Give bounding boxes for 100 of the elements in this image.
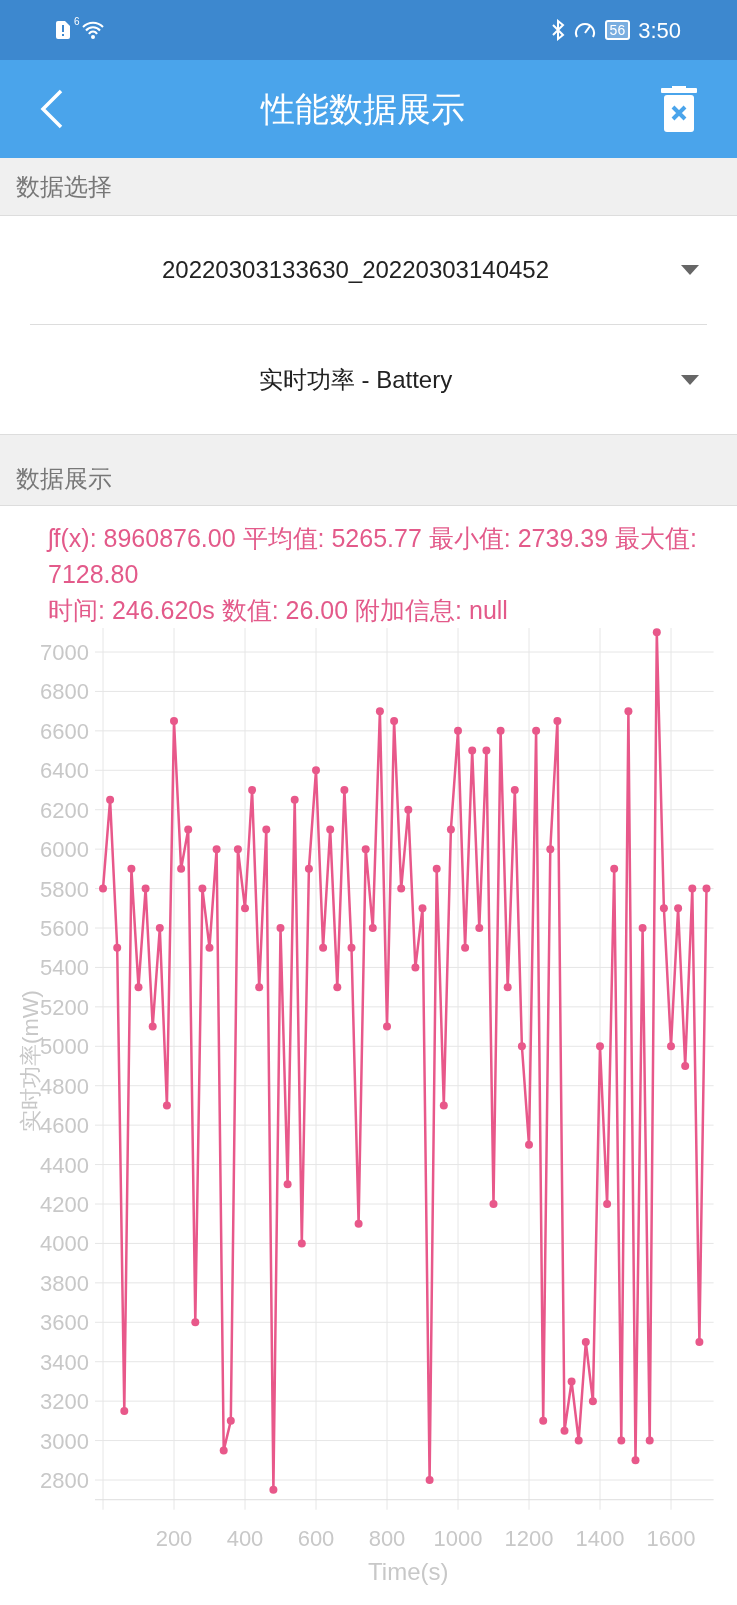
data-point — [631, 1456, 640, 1465]
data-point — [226, 1416, 235, 1425]
data-point — [113, 943, 122, 952]
data-point — [162, 1101, 171, 1110]
data-point — [177, 864, 186, 873]
data-point — [468, 746, 477, 755]
data-point — [681, 1062, 690, 1070]
data-point — [148, 1022, 157, 1031]
data-point — [624, 707, 633, 716]
data-point — [539, 1416, 548, 1425]
data-point — [276, 924, 285, 932]
data-point — [141, 884, 150, 893]
data-point — [588, 1397, 597, 1406]
data-point — [269, 1485, 278, 1494]
data-point — [312, 766, 320, 775]
data-point — [198, 884, 207, 893]
section-title: 数据选择 — [16, 171, 112, 202]
data-point — [674, 904, 683, 913]
stats-text: ʃf(x): 8960876.00 平均值: 5265.77 最小值: 2739.39 最大值: 7128.80 — [45, 523, 698, 590]
data-point — [617, 1436, 626, 1445]
data-point — [596, 1042, 604, 1051]
data-point — [248, 786, 257, 794]
data-point — [368, 924, 377, 932]
data-point — [354, 1219, 363, 1228]
page-title: 性能数据展示 — [259, 88, 466, 130]
data-point — [319, 943, 328, 952]
data-point — [432, 864, 441, 873]
data-point — [560, 1426, 569, 1435]
data-point — [659, 904, 668, 913]
data-point — [99, 884, 107, 893]
data-point — [219, 1446, 228, 1455]
data-point — [439, 1101, 448, 1110]
data-point — [134, 983, 143, 992]
data-point — [184, 825, 193, 834]
data-point — [361, 845, 370, 854]
data-point — [482, 746, 491, 755]
bluetooth-icon — [550, 19, 565, 41]
data-point — [262, 825, 271, 834]
data-point — [532, 726, 541, 735]
detail-text: 时间: 246.620s 数值: 26.00 附加信息: null — [47, 595, 509, 626]
data-point — [347, 943, 356, 952]
data-point — [638, 924, 647, 932]
dropdown-arrow-icon[interactable] — [681, 265, 699, 275]
data-point — [326, 825, 335, 834]
data-point — [255, 983, 264, 992]
data-point — [610, 864, 619, 873]
data-point — [546, 845, 555, 854]
data-point — [454, 726, 462, 735]
data-point — [283, 1180, 292, 1189]
data-point — [304, 864, 313, 873]
data-point — [553, 717, 562, 725]
data-point — [233, 845, 242, 854]
data-point — [418, 904, 427, 913]
data-point — [603, 1200, 612, 1208]
data-point — [652, 628, 661, 637]
time: 3:50 — [638, 16, 681, 45]
data-point — [446, 825, 455, 834]
data-point — [503, 983, 512, 992]
wifi-icon — [80, 21, 105, 39]
data-point — [127, 864, 136, 873]
data-point — [489, 1200, 498, 1208]
data-point — [155, 924, 164, 932]
data-point — [567, 1377, 576, 1386]
data-point — [170, 717, 178, 725]
dropdown-value[interactable]: 20220303133630_20220303140452 — [30, 252, 681, 288]
data-point — [411, 963, 420, 972]
dropdown-value[interactable]: 实时功率 - Battery — [30, 361, 681, 398]
data-point — [383, 1022, 391, 1031]
data-point — [212, 845, 221, 854]
data-point — [667, 1042, 675, 1051]
data-point — [475, 924, 484, 932]
back-icon[interactable] — [40, 89, 64, 129]
dropdown-arrow-icon[interactable] — [681, 374, 699, 385]
data-point — [581, 1338, 590, 1346]
data-point — [695, 1338, 704, 1346]
data-point — [510, 786, 519, 794]
sim-alert-icon — [56, 21, 70, 39]
signal-label: 6 — [74, 15, 80, 29]
data-point — [702, 884, 711, 893]
data-point — [404, 805, 413, 814]
data-point — [375, 707, 384, 716]
data-point — [688, 884, 697, 893]
data-point — [120, 1407, 129, 1415]
delete-icon[interactable] — [661, 86, 697, 132]
data-point — [645, 1436, 654, 1445]
data-point — [397, 884, 406, 893]
data-point — [525, 1140, 533, 1149]
data-point — [106, 795, 115, 804]
data-point — [191, 1318, 200, 1327]
data-point — [425, 1476, 434, 1484]
battery-indicator: 56 — [604, 20, 631, 40]
data-point — [461, 943, 470, 952]
data-point — [333, 983, 342, 992]
data-point — [574, 1436, 583, 1445]
data-point — [340, 786, 349, 794]
data-point — [290, 795, 299, 804]
data-point — [205, 943, 214, 952]
section-title: 数据展示 — [16, 464, 112, 494]
data-point — [241, 904, 249, 913]
data-point — [517, 1042, 526, 1051]
